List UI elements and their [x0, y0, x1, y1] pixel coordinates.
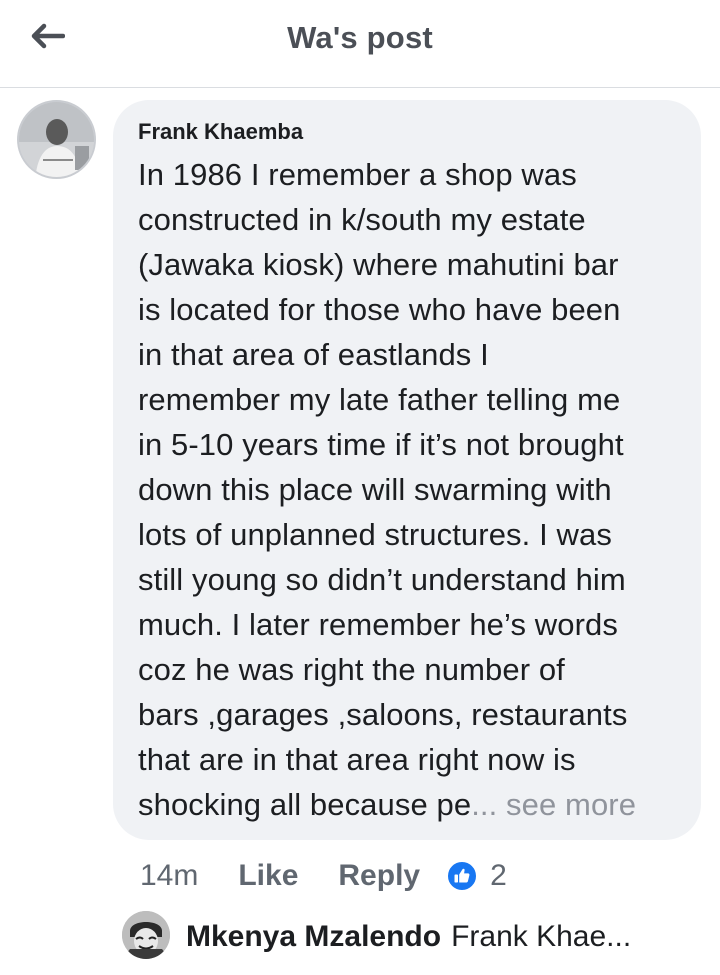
reaction-count[interactable]: 2 [490, 859, 507, 893]
reply-preview-row[interactable]: Mkenya Mzalendo Frank Khae... [186, 920, 631, 954]
comment-line: (Jawaka kiosk) where mahutini bar [138, 247, 619, 282]
reply-preview-text: Frank Khae... [451, 920, 632, 953]
reply-avatar[interactable] [122, 911, 170, 959]
top-bar: Wa's post [0, 0, 720, 88]
profile-photo-icon [19, 102, 94, 177]
comment-line: that are in that area right now is [138, 742, 576, 777]
comment-timestamp[interactable]: 14m [140, 859, 198, 893]
comment-line: in that area of eastlands I [138, 337, 489, 372]
comment-line: is located for those who have been [138, 292, 621, 327]
comment-line: coz he was right the number of [138, 652, 565, 687]
comment-line: bars ,garages ,saloons, restaurants [138, 697, 628, 732]
commenter-avatar[interactable] [17, 100, 96, 179]
page-title: Wa's post [287, 20, 433, 55]
comment-line: down this place will swarming with [138, 472, 612, 507]
comment-body: In 1986 I remember a shop was constructe… [138, 152, 698, 827]
comment-line: constructed in k/south my estate [138, 202, 586, 237]
comment-line-last: shocking all because pe [138, 787, 472, 822]
comment-actions: 14m Like Reply 2 [140, 856, 507, 896]
comment-author[interactable]: Frank Khaemba [138, 119, 303, 145]
comment-line: In 1986 I remember a shop was [138, 157, 577, 192]
see-more-link[interactable]: ... see more [471, 787, 636, 822]
comment-line: in 5-10 years time if it’s not brought [138, 427, 624, 462]
thumbs-up-icon [454, 868, 470, 883]
comment-line: much. I later remember he’s words [138, 607, 618, 642]
like-thumb-icon[interactable] [446, 860, 479, 892]
masked-profile-photo-icon [122, 911, 170, 959]
reply-button[interactable]: Reply [338, 859, 420, 893]
comment-line: still young so didn’t understand him [138, 562, 626, 597]
like-button[interactable]: Like [238, 859, 298, 893]
comment-line: remember my late father telling me [138, 382, 621, 417]
comment-line: lots of unplanned structures. I was [138, 517, 612, 552]
reply-author[interactable]: Mkenya Mzalendo [186, 920, 441, 953]
